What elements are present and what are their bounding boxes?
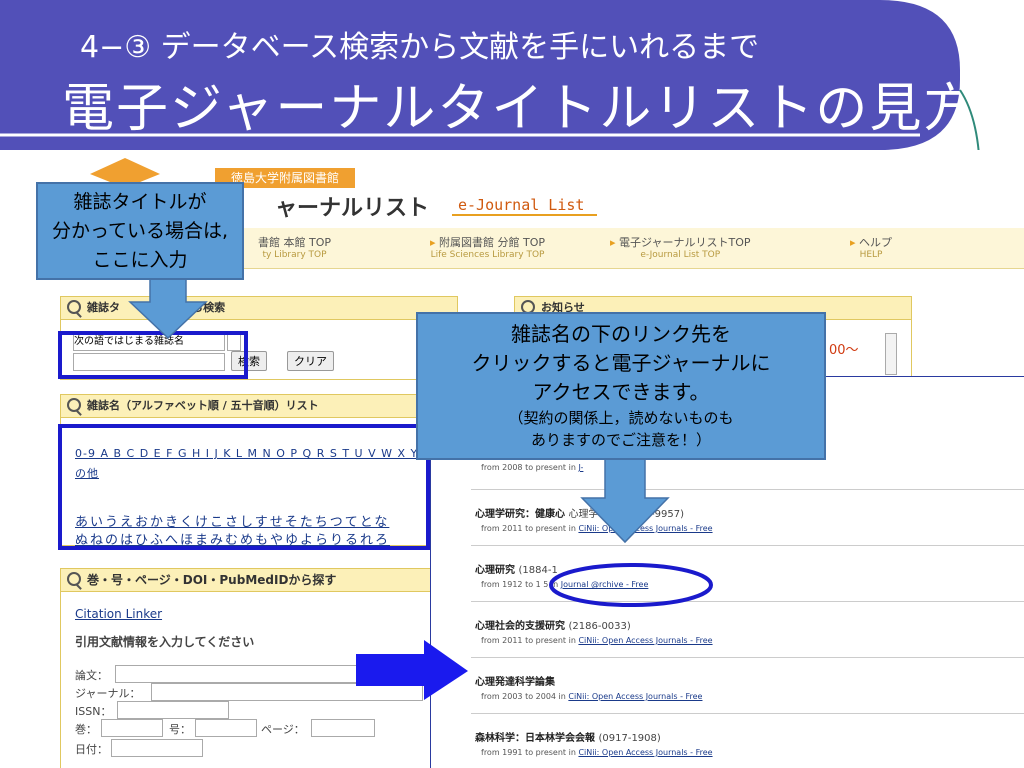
title-underline bbox=[452, 214, 597, 216]
list-item: 心理学研究：健康心 心理学専攻 (2185-9957) from 2011 to… bbox=[475, 509, 713, 533]
list-item: 森林科学：日本林学会会報 (0917-1908) from 1991 to pr… bbox=[475, 733, 713, 757]
search-panel-header: 雑誌タ SNから検索 bbox=[61, 297, 457, 320]
site-title-en: e-Journal List bbox=[458, 196, 585, 214]
journal-title: 心理発達科学論集 bbox=[475, 677, 555, 688]
link-highlight-ellipse bbox=[549, 563, 713, 607]
notice-snippet: 00〜 bbox=[829, 343, 859, 358]
search-icon bbox=[67, 398, 81, 412]
nav-main-library[interactable]: 書館 本館 TOP ty Library TOP bbox=[258, 234, 331, 260]
issue-input[interactable] bbox=[195, 719, 257, 737]
issue-label: 号： bbox=[169, 723, 191, 736]
volume-input[interactable] bbox=[101, 719, 163, 737]
page-label: ページ： bbox=[261, 723, 305, 736]
slide-subtitle: 4−③ データベース検索から文献を手にいれるまで bbox=[80, 30, 760, 65]
date-input[interactable] bbox=[111, 739, 203, 757]
list-item: 心理発達科学論集 from 2003 to 2004 in CiNii: Ope… bbox=[475, 677, 703, 701]
right-arrow bbox=[356, 640, 468, 700]
journal-title: 心理社会的支援研究 bbox=[475, 621, 565, 632]
date-label: 日付： bbox=[75, 743, 108, 756]
citation-linker-link[interactable]: Citation Linker bbox=[75, 607, 162, 621]
site-title: ャーナルリスト bbox=[275, 196, 430, 221]
volume-label: 巻： bbox=[75, 723, 97, 736]
article-label: 論文： bbox=[75, 669, 108, 682]
slide-title: 電子ジャーナルタイトルリストの見方 bbox=[62, 79, 978, 139]
article-input[interactable] bbox=[115, 665, 357, 683]
alpha-panel-header: 雑誌名（アルファベット順 / 五十音順）リスト bbox=[61, 395, 457, 418]
journal-title: 森林科学：日本林学会会報 bbox=[475, 733, 595, 744]
callout-journal-link: 雑誌名の下のリンク先を クリックすると電子ジャーナルに アクセスできます。 （契… bbox=[416, 312, 826, 460]
page-input[interactable] bbox=[311, 719, 375, 737]
issn-input[interactable] bbox=[117, 701, 229, 719]
list-item: from 2008 to present in J- bbox=[481, 463, 584, 472]
nav-branch-library[interactable]: ▸ 附属図書館 分館 TOP Life Sciences Library TOP bbox=[430, 234, 545, 260]
nav-help[interactable]: ▸ ヘルプ HELP bbox=[850, 234, 892, 260]
divider bbox=[471, 657, 1024, 658]
list-item: 心理社会的支援研究 (2186-0033) from 2011 to prese… bbox=[475, 621, 713, 645]
search-icon bbox=[67, 572, 81, 586]
journal-source-link[interactable]: CiNii: Open Access Journals - Free bbox=[578, 748, 712, 757]
journal-source-link[interactable]: CiNii: Open Access Journals - Free bbox=[568, 692, 702, 701]
journal-label: ジャーナル： bbox=[75, 687, 141, 700]
citation-panel-header: 巻・号・ページ・DOI・PubMedIDから探す bbox=[61, 569, 457, 592]
clear-button[interactable]: クリア bbox=[287, 351, 334, 371]
journal-source-link[interactable]: CiNii: Open Access Journals - Free bbox=[578, 636, 712, 645]
journal-title: 心理研究 bbox=[475, 565, 515, 576]
callout-title-input: 雑誌タイトルが 分かっている場合は, ここに入力 bbox=[36, 182, 244, 280]
issn-label: ISSN： bbox=[75, 705, 112, 718]
citation-instruction: 引用文献情報を入力してください bbox=[75, 635, 255, 649]
divider bbox=[471, 489, 1024, 490]
divider bbox=[471, 713, 1024, 714]
title-banner: 4−③ データベース検索から文献を手にいれるまで 電子ジャーナルタイトルリストの… bbox=[0, 0, 1000, 150]
down-arrow-left bbox=[128, 272, 208, 340]
search-icon bbox=[67, 300, 81, 314]
journal-title: 心理学研究：健康心 bbox=[475, 509, 565, 520]
alpha-list-highlight bbox=[58, 424, 430, 550]
nav-ejournal-top[interactable]: ▸ 電子ジャーナルリストTOP e-Journal List TOP bbox=[610, 234, 751, 260]
divider bbox=[471, 545, 1024, 546]
notice-scrollbar[interactable] bbox=[885, 333, 897, 375]
down-arrow-center bbox=[580, 458, 670, 544]
